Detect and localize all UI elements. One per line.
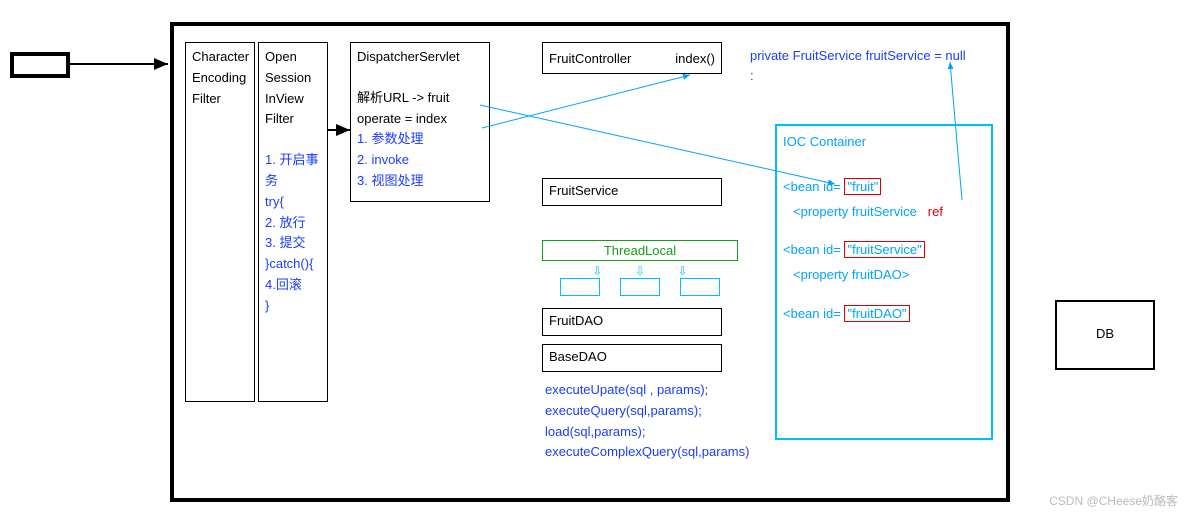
fruit-controller-name: FruitController [549,51,631,66]
fruit-controller-method: index() [675,51,715,66]
prop-fruitservice-row: <property fruitService ref [783,202,985,223]
open-session-l3: InView [265,89,321,110]
char-encoding-filter-l3: Filter [192,89,248,110]
open-session-note5: }catch(){ [265,254,321,275]
char-encoding-filter-l2: Encoding [192,68,248,89]
bean-fruitservice-row: <bean id= "fruitService" [783,240,985,261]
bean-fruitservice-id: "fruitService" [844,241,924,258]
open-session-note6: 4.回滚 [265,275,321,296]
threadlocal-group: ThreadLocal ⇩ ⇩ ⇩ [542,240,738,299]
open-session-note4: 3. 提交 [265,233,321,254]
dao-method-1: executeUpate(sql , params); [545,380,749,401]
char-encoding-filter-l1: Character [192,47,248,68]
open-session-l2: Session [265,68,321,89]
colon-text: : [750,68,754,83]
bean-fruitservice-prefix: <bean id= [783,242,841,257]
open-session-l1: Open [265,47,321,68]
base-dao-label: BaseDAO [549,349,607,364]
threadlocal-arrows: ⇩ ⇩ ⇩ [542,263,738,278]
bean-fruit-prefix: <bean id= [783,179,841,194]
prop-fruitdao-text: <property fruitDAO> [783,265,985,286]
open-session-note1: 1. 开启事务 [265,150,321,192]
fruit-dao-label: FruitDAO [549,313,603,328]
slot-box [560,278,600,296]
open-session-filter-box: Open Session InView Filter 1. 开启事务 try{ … [258,42,328,402]
external-box [10,52,70,78]
open-session-note7: } [265,296,321,317]
open-session-l4: Filter [265,109,321,130]
dispatcher-s2: 2. invoke [357,150,483,171]
bean-fruitdao-id: "fruitDAO" [844,305,909,322]
base-dao-box: BaseDAO [542,344,722,372]
dao-method-2: executeQuery(sql,params); [545,401,749,422]
dispatcher-s1: 1. 参数处理 [357,129,483,150]
private-fruitservice-text: private FruitService fruitService = null [750,48,966,63]
dispatcher-l2: 解析URL -> fruit [357,88,483,109]
bean-fruit-id: "fruit" [844,178,881,195]
ioc-title: IOC Container [783,132,985,153]
db-box: DB [1055,300,1155,370]
down-arrow-icon: ⇩ [635,264,645,278]
fruit-service-label: FruitService [549,183,618,198]
down-arrow-icon: ⇩ [678,264,688,278]
bean-fruit-row: <bean id= "fruit" [783,177,985,198]
dao-method-3: load(sql,params); [545,422,749,443]
slot-box [620,278,660,296]
bean-fruitdao-prefix: <bean id= [783,306,841,321]
open-session-note2: try{ [265,192,321,213]
prop-fruitservice-text: <property fruitService [793,204,917,219]
threadlocal-slots [542,278,738,299]
down-arrow-icon: ⇩ [592,264,602,278]
dao-methods-list: executeUpate(sql , params); executeQuery… [545,380,749,463]
ref-text: ref [928,204,943,219]
bean-fruitdao-row: <bean id= "fruitDAO" [783,304,985,325]
db-label: DB [1096,326,1114,341]
dao-method-4: executeComplexQuery(sql,params) [545,442,749,463]
fruit-controller-box: FruitController index() [542,42,722,74]
ioc-container-box: IOC Container <bean id= "fruit" <propert… [775,124,993,440]
watermark-text: CSDN @CHeese奶酪客 [1049,492,1178,509]
char-encoding-filter-box: Character Encoding Filter [185,42,255,402]
threadlocal-box: ThreadLocal [542,240,738,261]
fruit-service-box: FruitService [542,178,722,206]
dispatcher-title: DispatcherServlet [357,47,483,68]
dispatcher-s3: 3. 视图处理 [357,171,483,192]
dispatcher-l3: operate = index [357,109,483,130]
dispatcher-box-wrap: DispatcherServlet 解析URL -> fruit operate… [350,42,490,202]
dispatcher-box: DispatcherServlet 解析URL -> fruit operate… [350,42,490,202]
fruit-dao-box: FruitDAO [542,308,722,336]
open-session-note3: 2. 放行 [265,213,321,234]
slot-box [680,278,720,296]
